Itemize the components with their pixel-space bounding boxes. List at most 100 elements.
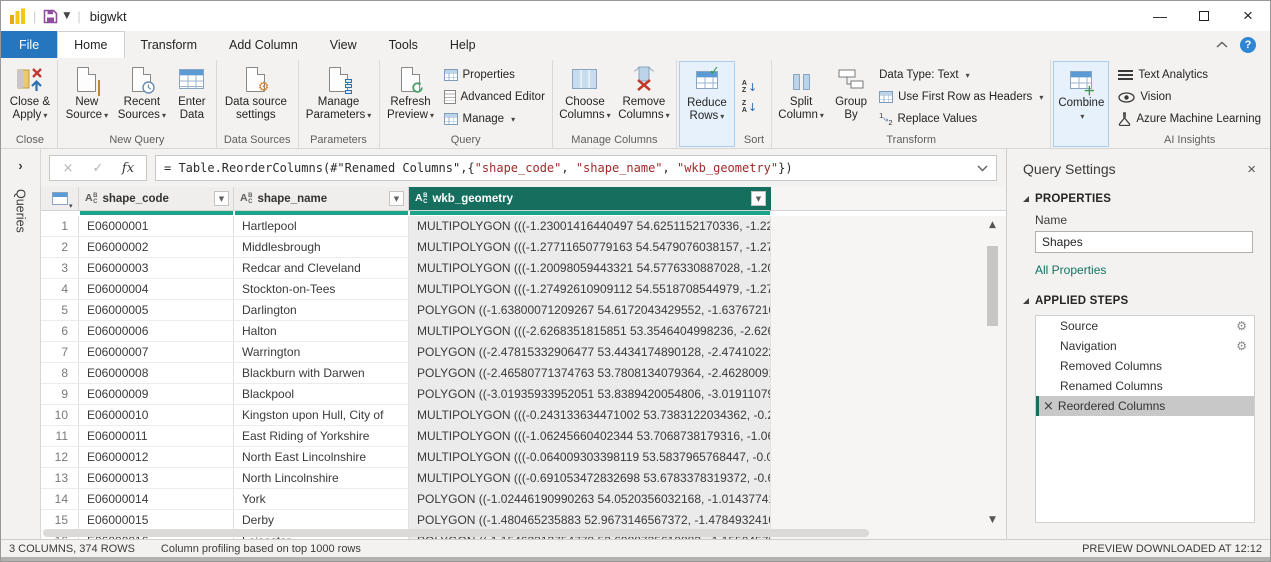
cell-shape-name[interactable]: Stockton-on-Tees xyxy=(234,279,409,299)
table-row[interactable]: 4 E06000004 Stockton-on-Tees MULTIPOLYGO… xyxy=(41,279,771,300)
vertical-scrollbar[interactable]: ▲ ▼ xyxy=(985,218,1000,527)
tab-transform[interactable]: Transform xyxy=(125,31,214,58)
table-row[interactable]: 1 E06000001 Hartlepool MULTIPOLYGON (((-… xyxy=(41,216,771,237)
cell-shape-name[interactable]: Redcar and Cleveland xyxy=(234,258,409,278)
new-source-button[interactable]: New Source▾ xyxy=(61,61,113,133)
delete-step-icon[interactable]: × xyxy=(1043,399,1054,414)
filter-dropdown-icon[interactable]: ▼ xyxy=(214,191,229,206)
cell-wkb-geometry[interactable]: MULTIPOLYGON (((-1.23001416440497 54.625… xyxy=(409,216,771,236)
queries-pane-label[interactable]: Queries xyxy=(14,189,28,233)
row-number[interactable]: 12 xyxy=(41,447,79,467)
row-number[interactable]: 15 xyxy=(41,510,79,530)
table-row[interactable]: 13 E06000013 North Lincolnshire MULTIPOL… xyxy=(41,468,771,489)
row-number[interactable]: 5 xyxy=(41,300,79,320)
table-row[interactable]: 7 E06000007 Warrington POLYGON ((-2.4781… xyxy=(41,342,771,363)
remove-columns-button[interactable]: Remove Columns▾ xyxy=(615,61,673,133)
cell-shape-name[interactable]: Blackpool xyxy=(234,384,409,404)
horizontal-scrollbar-thumb[interactable] xyxy=(43,529,869,537)
step-settings-gear-icon[interactable]: ⚙ xyxy=(1236,319,1247,333)
properties-section-header[interactable]: PROPERTIES xyxy=(1023,193,1256,205)
cell-shape-name[interactable]: Halton xyxy=(234,321,409,341)
cell-wkb-geometry[interactable]: POLYGON ((-3.01935933952051 53.838942005… xyxy=(409,384,771,404)
expand-queries-pane-icon[interactable]: › xyxy=(18,158,22,173)
table-row[interactable]: 5 E06000005 Darlington POLYGON ((-1.6380… xyxy=(41,300,771,321)
cell-wkb-geometry[interactable]: MULTIPOLYGON (((-1.06245660402344 53.706… xyxy=(409,426,771,446)
vertical-scrollbar-thumb[interactable] xyxy=(987,246,998,326)
column-header-shape-name[interactable]: ABC shape_name ▼ xyxy=(234,187,409,211)
table-row[interactable]: 8 E06000008 Blackburn with Darwen POLYGO… xyxy=(41,363,771,384)
cell-shape-name[interactable]: Darlington xyxy=(234,300,409,320)
manage-parameters-button[interactable]: Manage Parameters▾ xyxy=(302,61,376,133)
cell-shape-code[interactable]: E06000008 xyxy=(79,363,234,383)
reduce-rows-button[interactable]: ✓ Reduce Rows▾ xyxy=(682,62,732,146)
filter-dropdown-icon[interactable]: ▼ xyxy=(751,191,766,206)
cell-shape-name[interactable]: Blackburn with Darwen xyxy=(234,363,409,383)
row-number[interactable]: 4 xyxy=(41,279,79,299)
cell-shape-code[interactable]: E06000007 xyxy=(79,342,234,362)
maximize-button[interactable] xyxy=(1182,1,1226,31)
cell-wkb-geometry[interactable]: POLYGON ((-1.02446190990263 54.052035603… xyxy=(409,489,771,509)
expand-formula-icon[interactable] xyxy=(977,165,988,172)
applied-step-item[interactable]: × Removed Columns ⚙ xyxy=(1036,356,1254,376)
row-number[interactable]: 3 xyxy=(41,258,79,278)
row-number[interactable]: 2 xyxy=(41,237,79,257)
cell-wkb-geometry[interactable]: MULTIPOLYGON (((-0.243133634471002 53.73… xyxy=(409,405,771,425)
cell-shape-code[interactable]: E06000014 xyxy=(79,489,234,509)
use-first-row-as-headers-button[interactable]: Use First Row as Headers▾ xyxy=(879,87,1043,107)
cell-shape-code[interactable]: E06000015 xyxy=(79,510,234,530)
cancel-formula-icon[interactable]: × xyxy=(54,161,82,176)
table-row[interactable]: 15 E06000015 Derby POLYGON ((-1.48046523… xyxy=(41,510,771,531)
tab-home[interactable]: Home xyxy=(57,31,124,58)
select-all-corner[interactable] xyxy=(41,187,79,211)
applied-steps-section-header[interactable]: APPLIED STEPS xyxy=(1023,295,1256,307)
cell-shape-code[interactable]: E06000004 xyxy=(79,279,234,299)
cell-shape-code[interactable]: E06000013 xyxy=(79,468,234,488)
combine-button[interactable]: ＋ Combine▾ xyxy=(1056,62,1106,146)
cell-wkb-geometry[interactable]: POLYGON ((-2.46580771374763 53.780813407… xyxy=(409,363,771,383)
cell-shape-name[interactable]: York xyxy=(234,489,409,509)
step-settings-gear-icon[interactable]: ⚙ xyxy=(1236,339,1247,353)
advanced-editor-button[interactable]: Advanced Editor xyxy=(444,87,545,107)
cell-shape-name[interactable]: East Riding of Yorkshire xyxy=(234,426,409,446)
row-number[interactable]: 14 xyxy=(41,489,79,509)
query-name-input[interactable] xyxy=(1035,231,1253,253)
cell-shape-code[interactable]: E06000006 xyxy=(79,321,234,341)
close-window-button[interactable]: × xyxy=(1226,1,1270,31)
table-row[interactable]: 9 E06000009 Blackpool POLYGON ((-3.01935… xyxy=(41,384,771,405)
cell-shape-code[interactable]: E06000001 xyxy=(79,216,234,236)
split-column-button[interactable]: Split Column▾ xyxy=(775,61,827,133)
applied-step-item[interactable]: × Source ⚙ xyxy=(1036,316,1254,336)
close-and-apply-button[interactable]: Close & Apply▾ xyxy=(6,61,54,133)
table-row[interactable]: 11 E06000011 East Riding of Yorkshire MU… xyxy=(41,426,771,447)
table-row[interactable]: 10 E06000010 Kingston upon Hull, City of… xyxy=(41,405,771,426)
quick-access-dropdown-icon[interactable]: ▼ xyxy=(63,11,70,21)
collapse-ribbon-icon[interactable] xyxy=(1216,41,1228,49)
row-number[interactable]: 11 xyxy=(41,426,79,446)
recent-sources-button[interactable]: Recent Sources▾ xyxy=(114,61,170,133)
azure-ml-button[interactable]: Azure Machine Learning xyxy=(1118,109,1261,129)
cell-shape-name[interactable]: Middlesbrough xyxy=(234,237,409,257)
cell-shape-name[interactable]: Warrington xyxy=(234,342,409,362)
replace-values-button[interactable]: 1⤷2 Replace Values xyxy=(879,109,1043,129)
enter-data-button[interactable]: Enter Data xyxy=(171,61,213,133)
scroll-down-icon[interactable]: ▼ xyxy=(989,513,996,527)
cell-shape-name[interactable]: Derby xyxy=(234,510,409,530)
vision-button[interactable]: Vision xyxy=(1118,87,1261,107)
cell-wkb-geometry[interactable]: MULTIPOLYGON (((-0.064009303398119 53.58… xyxy=(409,447,771,467)
text-analytics-button[interactable]: Text Analytics xyxy=(1118,65,1261,85)
tab-tools[interactable]: Tools xyxy=(373,31,434,58)
cell-wkb-geometry[interactable]: MULTIPOLYGON (((-1.27492610909112 54.551… xyxy=(409,279,771,299)
manage-button[interactable]: Manage▾ xyxy=(444,109,545,129)
close-panel-icon[interactable]: × xyxy=(1247,162,1256,177)
table-row[interactable]: 2 E06000002 Middlesbrough MULTIPOLYGON (… xyxy=(41,237,771,258)
cell-shape-code[interactable]: E06000011 xyxy=(79,426,234,446)
all-properties-link[interactable]: All Properties xyxy=(1035,263,1106,277)
scroll-up-icon[interactable]: ▲ xyxy=(989,218,996,232)
cell-wkb-geometry[interactable]: MULTIPOLYGON (((-1.20098059443321 54.577… xyxy=(409,258,771,278)
cell-shape-code[interactable]: E06000002 xyxy=(79,237,234,257)
cell-wkb-geometry[interactable]: POLYGON ((-1.480465235883 52.96731465673… xyxy=(409,510,771,530)
table-row[interactable]: 12 E06000012 North East Lincolnshire MUL… xyxy=(41,447,771,468)
row-number[interactable]: 10 xyxy=(41,405,79,425)
row-number[interactable]: 7 xyxy=(41,342,79,362)
cell-shape-code[interactable]: E06000005 xyxy=(79,300,234,320)
